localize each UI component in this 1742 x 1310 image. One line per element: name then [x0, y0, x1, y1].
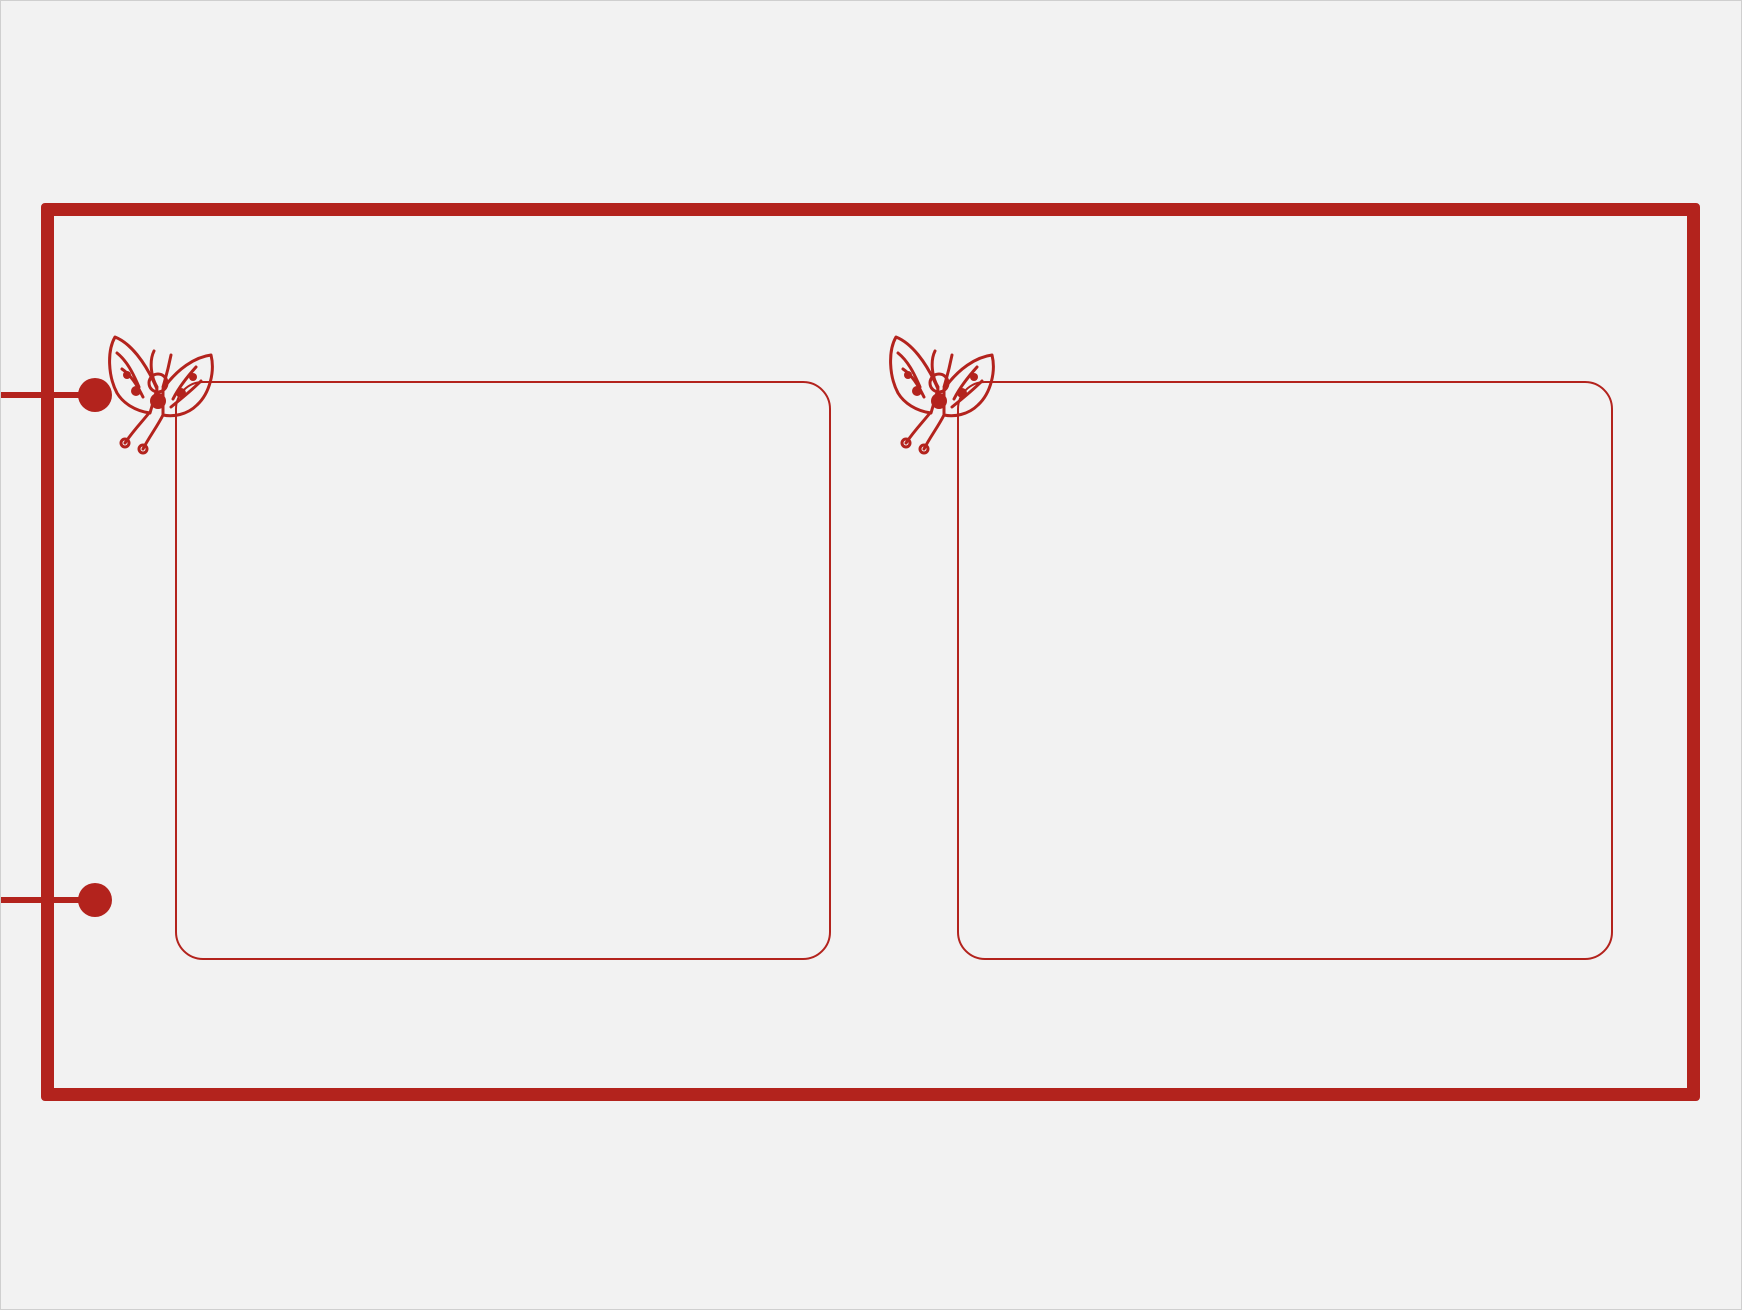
butterfly-icon: [889, 335, 995, 455]
butterfly-icon: [108, 335, 214, 455]
content-panel-left: [175, 381, 831, 960]
canvas: [0, 0, 1742, 1310]
connector-dot-bottom: [78, 883, 112, 917]
content-panel-right: [957, 381, 1613, 960]
